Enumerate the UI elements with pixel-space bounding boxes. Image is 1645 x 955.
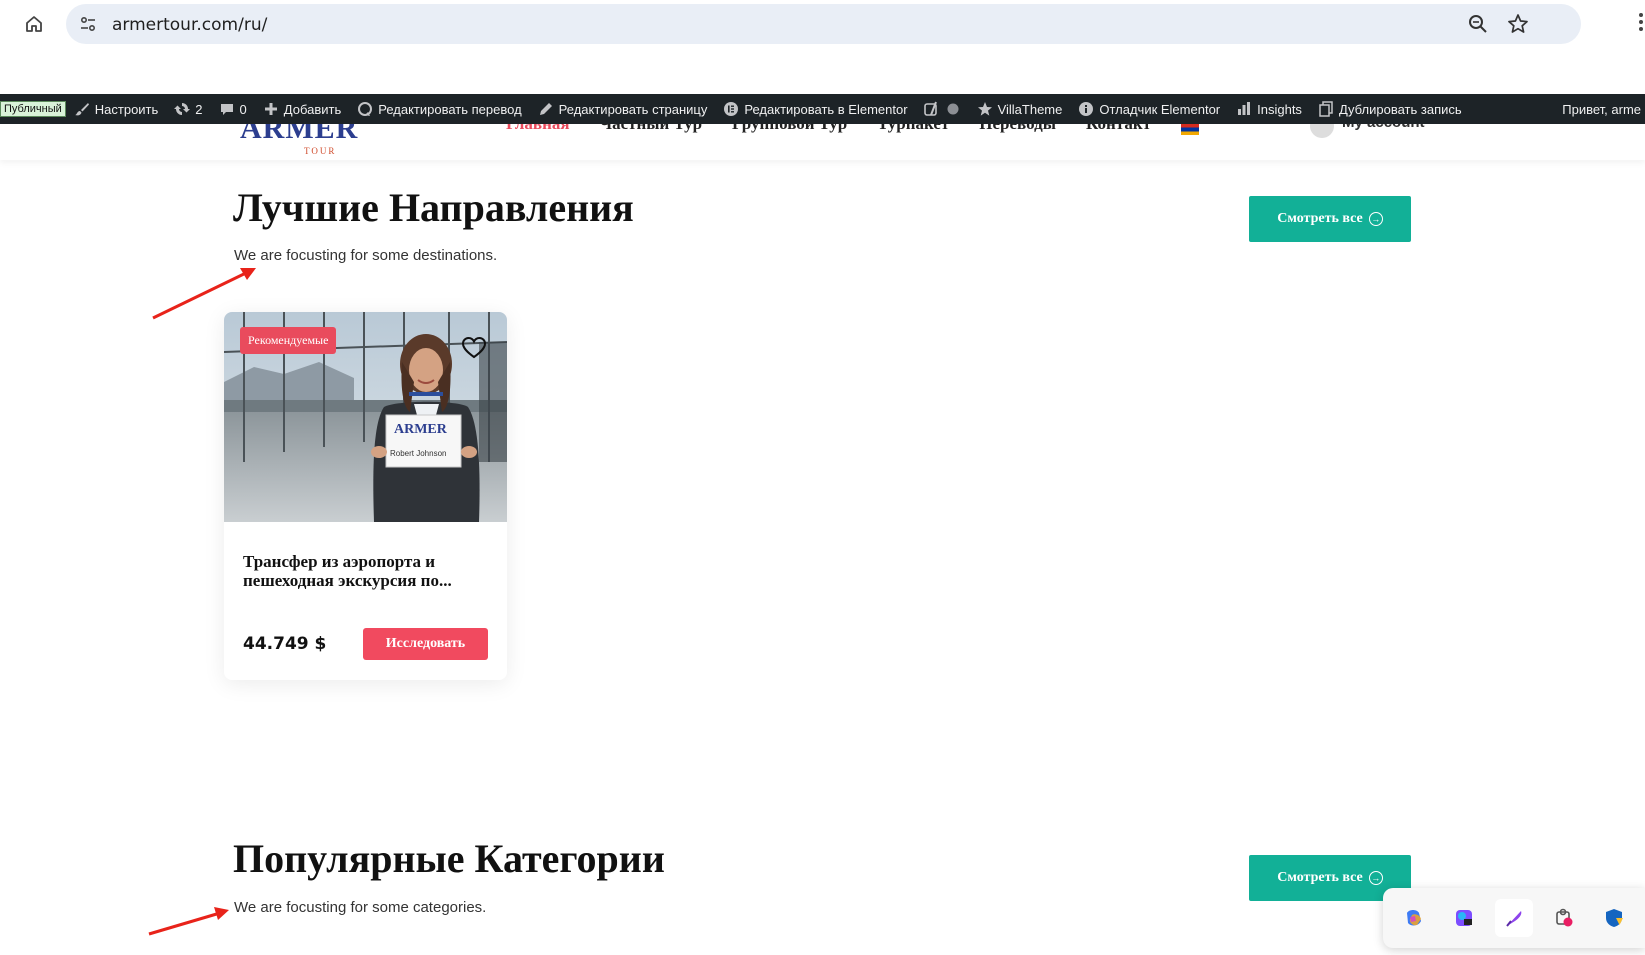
language-flag-icon[interactable] [1180,124,1199,135]
categories-title: Популярные Категории [233,836,665,881]
tour-card-image[interactable]: ARMER Robert Johnson Рекомендуемые [224,312,507,522]
main-nav: Главная Частный Тур Групповой Тур Турпак… [506,124,1199,135]
nav-item-home[interactable]: Главная [506,124,570,135]
site-logo[interactable]: ARMER TOUR [240,124,359,156]
admin-duplicate-label: Дублировать запись [1338,101,1462,117]
admin-edit-page-label: Редактировать страницу [558,101,708,117]
nav-item-private-tour[interactable]: Частный Тур [600,124,702,135]
admin-add-new-label: Добавить [283,101,342,117]
heart-icon[interactable] [461,336,487,360]
logo-text: ARMER [240,124,359,145]
designer-icon[interactable] [1445,899,1483,937]
floating-app-tray [1383,888,1645,948]
bar-chart-icon [1238,102,1251,115]
featured-badge: Рекомендуемые [240,327,337,354]
admin-customize-label: Настроить [94,101,159,117]
admin-greeting[interactable]: Привет, arme [1562,94,1645,124]
admin-insights-label: Insights [1257,101,1302,117]
public-badge: Публичный [0,101,66,117]
admin-edit-translation-label: Редактировать перевод [378,101,522,117]
tour-card-price: 44.749 $ [243,634,327,654]
star-icon [977,102,992,116]
admin-edit-translation[interactable]: Редактировать перевод [349,94,529,124]
extension-puzzle-icon[interactable] [1545,899,1583,937]
arrow-right-circle-icon: → [1368,212,1383,226]
home-icon[interactable] [20,10,48,38]
duplicate-icon [1319,101,1333,117]
destinations-see-all-button[interactable]: Смотреть все → [1249,196,1411,242]
pen-app-icon[interactable] [1495,899,1533,937]
tour-card-title[interactable]: Трансфер из аэропорта и пешеходная экску… [243,552,493,590]
updates-icon [174,103,191,115]
browser-toolbar: armertour.com/ru/ [0,0,1645,48]
brush-icon [74,103,89,116]
nav-item-transfers[interactable]: Переводы [979,124,1056,135]
site-info-icon[interactable] [78,14,98,34]
admin-comments[interactable]: 0 [211,94,255,124]
admin-edit-elementor[interactable]: Редактировать в Elementor [715,94,915,124]
admin-duplicate[interactable]: Дублировать запись [1310,94,1470,124]
address-bar[interactable]: armertour.com/ru/ [66,4,1581,44]
tour-card[interactable]: ARMER Robert Johnson Рекомендуемые Транс… [224,312,507,680]
bookmark-star-icon[interactable] [1507,13,1529,35]
categories-subtitle: We are focusting for some categories. [234,899,487,916]
admin-greeting-label: Привет, arme [1562,101,1641,117]
translate-icon [358,102,373,116]
yoast-icon [923,101,937,116]
sign-name: Robert Johnson [390,449,447,458]
pencil-icon [539,103,552,115]
admin-elementor-debugger[interactable]: Отладчик Elementor [1070,94,1228,124]
user-icon [1310,124,1334,138]
browser-menu-icon[interactable] [1637,12,1645,32]
admin-comments-count: 0 [239,101,247,117]
admin-elementor-debugger-label: Отладчик Elementor [1099,101,1221,117]
admin-yoast[interactable] [916,94,969,124]
destinations-subtitle: We are focusting for some destinations. [234,247,498,264]
logo-subtext: TOUR [304,146,337,156]
security-shield-icon[interactable] [1595,899,1633,937]
sign-brand: ARMER [394,422,447,437]
annotation-arrow-2 [148,907,229,936]
copilot-icon[interactable] [1395,899,1433,937]
admin-villatheme-label: VillaTheme [997,101,1063,117]
nav-item-contact[interactable]: Контакт [1086,124,1151,135]
admin-edit-page[interactable]: Редактировать страницу [530,94,716,124]
destinations-see-all-label: Смотреть все [1277,211,1363,226]
arrow-right-circle-icon: → [1368,871,1383,885]
url-text[interactable]: armertour.com/ru/ [112,15,267,35]
elementor-icon [724,102,739,116]
plus-icon [264,103,277,115]
nav-item-group-tour[interactable]: Групповой Тур [732,124,847,135]
comment-icon [220,104,233,115]
admin-villatheme[interactable]: VillaTheme [969,94,1071,124]
admin-edit-elementor-label: Редактировать в Elementor [744,101,908,117]
admin-add-new[interactable]: Добавить [255,94,349,124]
admin-customize[interactable]: Настроить [66,94,167,124]
account-link[interactable]: My account [1310,124,1425,138]
explore-button[interactable]: Исследовать [363,628,488,660]
nav-item-tour-package[interactable]: Турпакет [877,124,949,135]
destinations-title: Лучшие Направления [233,185,634,230]
zoom-icon[interactable] [1467,13,1489,35]
annotation-arrow-1 [152,268,256,320]
site-header: ARMER TOUR Главная Частный Тур Групповой… [0,124,1645,160]
seo-status-dot-icon [947,103,959,115]
admin-insights[interactable]: Insights [1228,94,1310,124]
account-label: My account [1342,124,1425,138]
admin-updates-count: 2 [195,101,203,117]
info-icon [1079,102,1094,116]
categories-see-all-label: Смотреть все [1277,870,1363,885]
wp-admin-bar: Публичный Настроить 2 0 Добавить Редакти… [0,94,1645,124]
admin-updates[interactable]: 2 [166,94,210,124]
